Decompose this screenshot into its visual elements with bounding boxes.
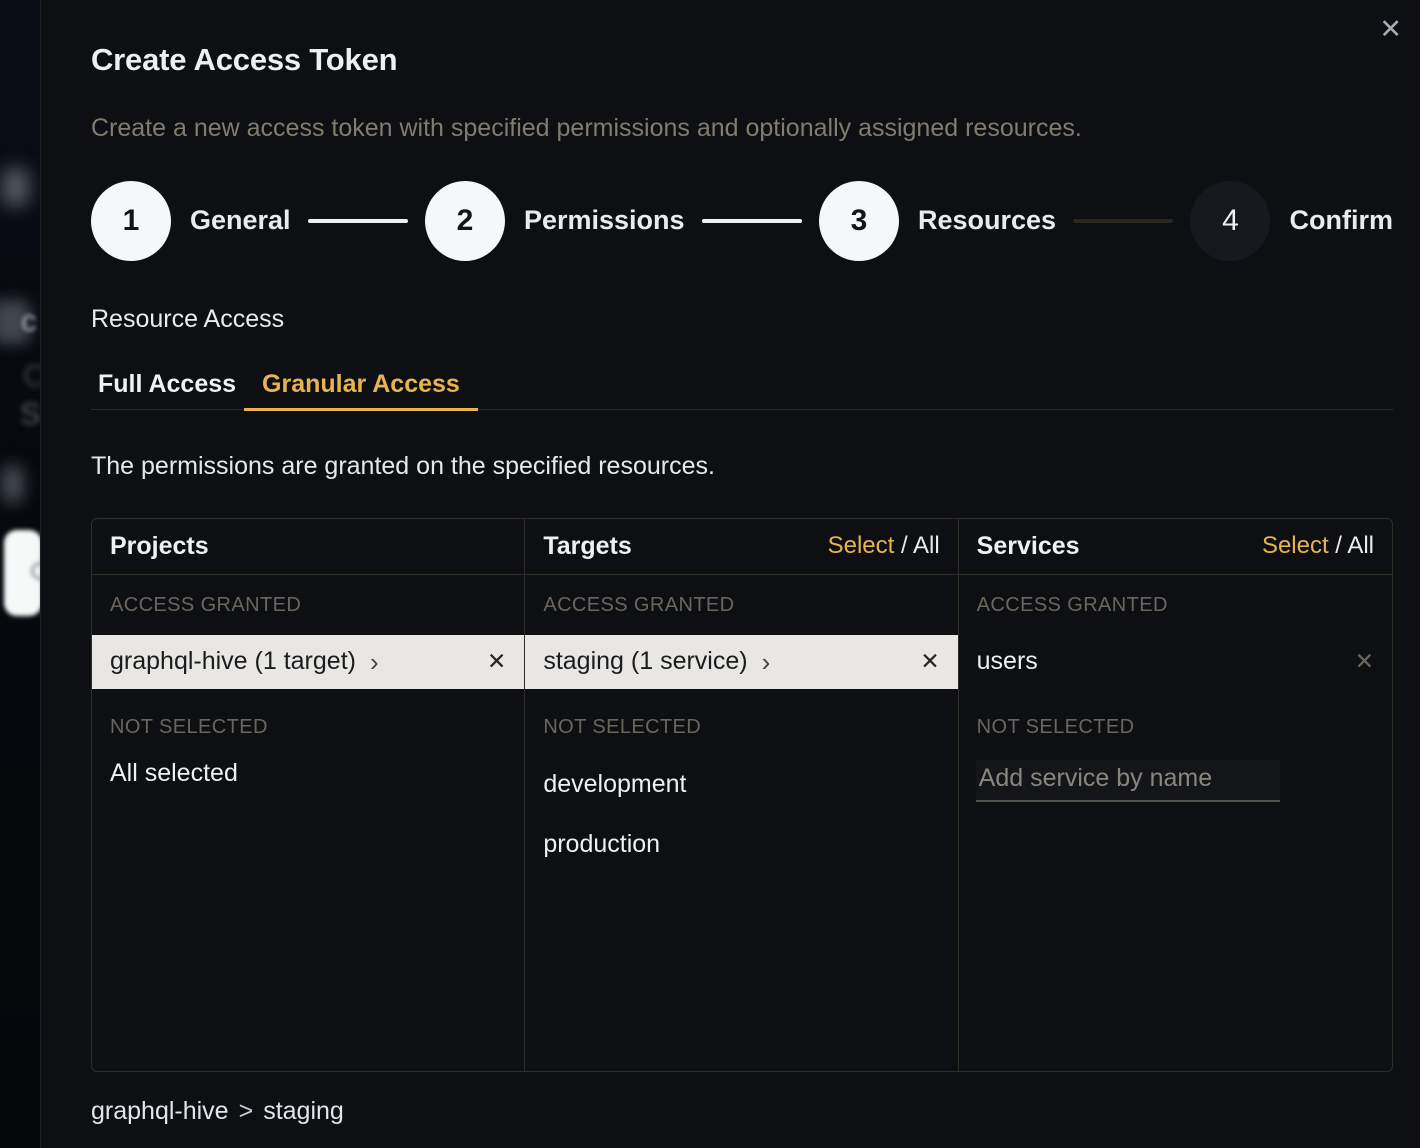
- resource-access-heading: Resource Access: [91, 305, 1392, 334]
- chevron-right-icon: ›: [370, 649, 379, 675]
- remove-target-icon[interactable]: ✕: [918, 648, 941, 675]
- step-number-circle: 2: [425, 181, 505, 261]
- targets-header-label: Targets: [543, 532, 631, 561]
- step-label: Permissions: [524, 205, 685, 236]
- tab-granular-access[interactable]: Granular Access: [244, 370, 478, 411]
- projects-status-text: All selected: [92, 759, 524, 788]
- breadcrumb-project: graphql-hive: [91, 1097, 229, 1126]
- resource-picker-table: Projects ACCESS GRANTED graphql-hive (1 …: [91, 518, 1393, 1072]
- targets-select-all: Select / All: [828, 532, 940, 560]
- step-number-circle: 3: [819, 181, 899, 261]
- granted-target-label: staging (1 service): [543, 647, 747, 676]
- services-header-label: Services: [977, 532, 1080, 561]
- granular-access-note: The permissions are granted on the speci…: [91, 452, 1392, 481]
- blurred-card: [4, 530, 40, 616]
- blurred-text-fragment: S: [20, 396, 40, 432]
- services-select-link[interactable]: Select: [1262, 532, 1329, 559]
- close-icon[interactable]: ✕: [1373, 10, 1408, 49]
- targets-all-link[interactable]: All: [913, 532, 940, 559]
- tab-full-access[interactable]: Full Access: [91, 370, 244, 409]
- background-page: c C S: [0, 0, 40, 1148]
- services-select-all: Select / All: [1262, 532, 1374, 560]
- blurred-blob: [2, 168, 29, 206]
- step-permissions[interactable]: 2 Permissions: [425, 181, 685, 261]
- access-granted-label: ACCESS GRANTED: [92, 591, 524, 621]
- granted-service-label: users: [977, 647, 1038, 676]
- step-label: General: [190, 205, 291, 236]
- create-access-token-dialog: ✕ Create Access Token Create a new acces…: [40, 0, 1420, 1148]
- step-confirm: 4 Confirm: [1190, 181, 1393, 261]
- dialog-title: Create Access Token: [91, 42, 1392, 78]
- granted-project-label: graphql-hive (1 target): [110, 647, 356, 676]
- step-label: Confirm: [1289, 205, 1393, 236]
- dialog-description: Create a new access token with specified…: [91, 114, 1392, 143]
- not-selected-label: NOT SELECTED: [525, 713, 957, 743]
- step-connector: [1073, 219, 1173, 223]
- remove-project-icon[interactable]: ✕: [485, 648, 508, 675]
- select-all-separator: /: [894, 532, 913, 559]
- blurred-text-fragment: C: [23, 358, 40, 394]
- granted-target-row[interactable]: staging (1 service) › ✕: [525, 635, 957, 689]
- projects-column-header: Projects: [92, 519, 524, 575]
- target-option-production[interactable]: production: [525, 830, 957, 859]
- step-number-circle: 4: [1190, 181, 1270, 261]
- step-number-circle: 1: [91, 181, 171, 261]
- targets-column-header: Targets Select / All: [525, 519, 957, 575]
- step-connector: [308, 219, 408, 223]
- chevron-right-icon: ›: [762, 649, 771, 675]
- not-selected-label: NOT SELECTED: [959, 713, 1392, 743]
- blurred-ring: [31, 562, 40, 580]
- targets-column: Targets Select / All ACCESS GRANTED stag…: [525, 519, 958, 1071]
- step-label: Resources: [918, 205, 1056, 236]
- step-general[interactable]: 1 General: [91, 181, 291, 261]
- wizard-stepper: 1 General 2 Permissions 3 Resources 4 Co…: [91, 181, 1393, 261]
- access-granted-label: ACCESS GRANTED: [525, 591, 957, 621]
- targets-select-link[interactable]: Select: [828, 532, 895, 559]
- select-all-separator: /: [1329, 532, 1348, 559]
- add-service-input[interactable]: [976, 760, 1280, 802]
- target-option-development[interactable]: development: [525, 770, 957, 799]
- projects-header-label: Projects: [110, 532, 209, 561]
- projects-column: Projects ACCESS GRANTED graphql-hive (1 …: [92, 519, 525, 1071]
- services-all-link[interactable]: All: [1347, 532, 1374, 559]
- services-column: Services Select / All ACCESS GRANTED use…: [959, 519, 1392, 1071]
- breadcrumb-target: staging: [263, 1097, 344, 1126]
- breadcrumb: graphql-hive > staging: [91, 1097, 1392, 1126]
- not-selected-label: NOT SELECTED: [92, 713, 524, 743]
- access-granted-label: ACCESS GRANTED: [959, 591, 1392, 621]
- blurred-blob: [2, 466, 23, 502]
- step-connector: [702, 219, 802, 223]
- blurred-text-fragment: c: [21, 303, 37, 339]
- breadcrumb-separator: >: [239, 1097, 254, 1126]
- services-column-header: Services Select / All: [959, 519, 1392, 575]
- granted-project-row[interactable]: graphql-hive (1 target) › ✕: [92, 635, 524, 689]
- step-resources[interactable]: 3 Resources: [819, 181, 1056, 261]
- resource-access-tabs: Full Access Granular Access: [91, 370, 1393, 410]
- granted-service-row: users ✕: [959, 635, 1392, 689]
- remove-service-icon[interactable]: ✕: [1353, 648, 1376, 675]
